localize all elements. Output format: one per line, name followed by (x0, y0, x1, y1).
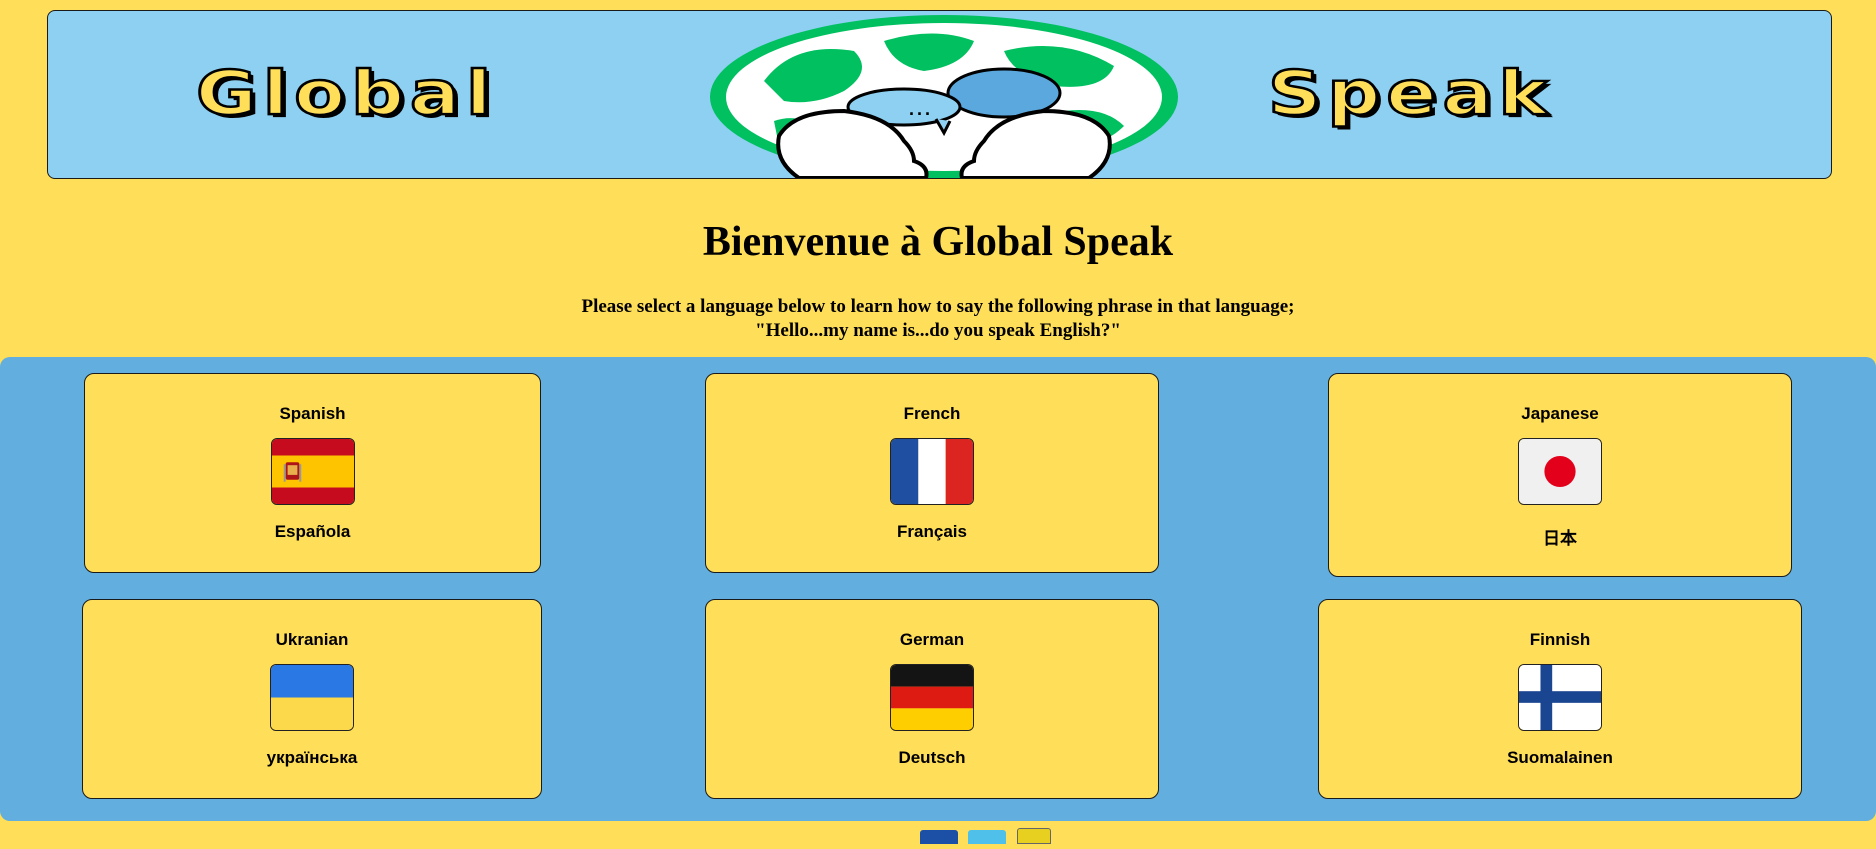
language-grid: Spanish Española French Français Japanes… (0, 357, 1876, 821)
germany-flag-icon (890, 664, 974, 731)
language-native-name: Española (274, 522, 351, 541)
language-native-name: українська (266, 748, 358, 767)
japan-flag-icon (1518, 438, 1602, 505)
france-flag-icon (890, 438, 974, 505)
language-name: German (899, 630, 965, 649)
logo-text-right: Speak (1267, 58, 1554, 129)
logo-text-left: Global (194, 58, 498, 129)
badge-icon[interactable] (1016, 828, 1051, 844)
page-title: Bienvenue à Global Speak (702, 219, 1174, 265)
language-card-german[interactable]: German Deutsch (705, 599, 1159, 799)
speech-bubble-text: ... (908, 99, 933, 119)
language-name: French (903, 404, 961, 423)
ukraine-flag-icon (270, 664, 354, 731)
intro-text: Please select a language below to learn … (0, 295, 1876, 343)
language-card-japanese[interactable]: Japanese 日本 (1328, 373, 1792, 577)
intro-line-2: "Hello...my name is...do you speak Engli… (755, 320, 1121, 341)
language-name: Japanese (1521, 404, 1599, 423)
language-native-name: 日本 (1543, 529, 1577, 548)
language-card-spanish[interactable]: Spanish Española (84, 373, 541, 573)
language-native-name: Deutsch (898, 748, 966, 767)
header-banner: Global ... Speak (47, 10, 1832, 179)
twitter-icon[interactable] (968, 830, 1007, 844)
language-native-name: Français (897, 522, 967, 541)
language-name: Ukranian (275, 630, 349, 649)
spain-flag-icon (270, 438, 355, 505)
language-card-finnish[interactable]: Finnish Suomalainen (1318, 599, 1802, 799)
language-native-name: Suomalainen (1507, 748, 1613, 767)
language-name: Spanish (279, 404, 346, 423)
language-name: Finnish (1529, 630, 1591, 649)
finland-flag-icon (1518, 664, 1602, 731)
footer-icons (920, 828, 1057, 848)
globe-logo-icon (710, 15, 1178, 178)
facebook-icon[interactable] (920, 830, 958, 844)
language-card-ukranian[interactable]: Ukranian українська (82, 599, 542, 799)
intro-line-1: Please select a language below to learn … (581, 296, 1295, 317)
language-card-french[interactable]: French Français (705, 373, 1159, 573)
